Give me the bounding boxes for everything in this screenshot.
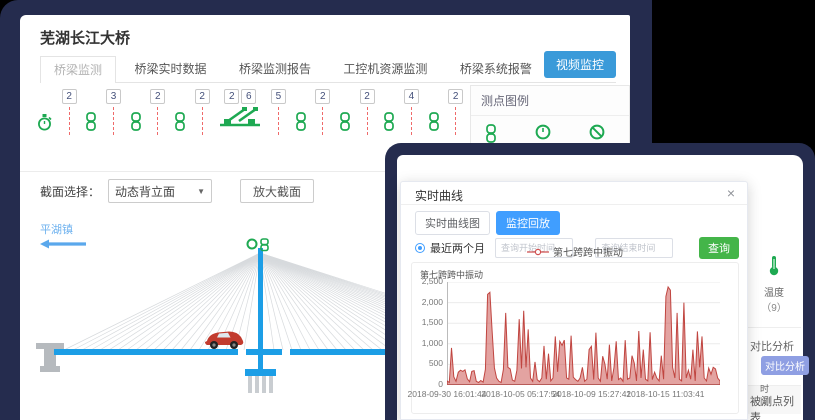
x-tick-label: 2018-10-09 15:27:41: [552, 389, 631, 399]
car-illustration: [205, 332, 243, 350]
tab-ipc-resource[interactable]: 工控机资源监测: [329, 55, 441, 82]
truss-icon: [218, 104, 262, 130]
temperature-count: （9）: [749, 299, 799, 314]
dashed-marker: [367, 107, 368, 135]
dashed-marker: [411, 107, 412, 135]
temperature-legend-item[interactable]: 温度 （9）: [749, 255, 799, 314]
thermometer-icon: [767, 255, 781, 276]
dialog-tabbar: 实时曲线图 监控回放: [415, 211, 560, 235]
chain-sensor-icon[interactable]: [383, 112, 395, 131]
legend-marker-icon: [527, 248, 549, 256]
sensor-count-badge: 4: [404, 89, 419, 135]
chart-legend[interactable]: 第七跨跨中振动: [412, 244, 738, 259]
vibration-chart: 第七跨跨中振动 第七跨跨中振动 05001,0001,5002,0002,500…: [411, 262, 739, 414]
section-select-value: 动态背立面: [115, 183, 175, 200]
y-tick-label: 0: [438, 379, 443, 389]
chain-sensor-icon[interactable]: [428, 112, 440, 131]
truss-sensor-group[interactable]: 2 6: [218, 89, 262, 130]
y-tick-label: 1,500: [422, 317, 443, 327]
dashed-marker: [278, 107, 279, 135]
dropdown-arrow-icon: ▼: [197, 187, 205, 196]
dialog-title: 实时曲线: [415, 187, 463, 204]
dashed-marker: [202, 107, 203, 135]
x-tick-label: 2018-10-15 11:03:41: [626, 389, 704, 399]
section-select-label: 截面选择：: [40, 183, 100, 200]
sensor-count-badge: 2: [360, 89, 375, 135]
sensor-count-badge: 2: [195, 89, 210, 135]
tab-realtime-curve[interactable]: 实时曲线图: [415, 211, 490, 235]
series-plot: [447, 282, 720, 385]
chain-legend-icon: [485, 124, 497, 143]
sensor-count-badge: 5: [271, 89, 286, 135]
plot-area: 05001,0001,5002,0002,500 2018-09-30 16:0…: [447, 282, 720, 385]
x-axis-title: 时间: [760, 382, 769, 408]
close-icon[interactable]: ×: [727, 185, 735, 201]
tower-top-sensor-icons[interactable]: [248, 239, 269, 251]
tab-bridge-monitor[interactable]: 桥梁监测: [40, 56, 116, 83]
chain-sensor-icon[interactable]: [85, 112, 97, 131]
chain-sensor-icon[interactable]: [174, 112, 186, 131]
divider: [401, 204, 747, 205]
bridge-deck: [54, 349, 238, 355]
chain-sensor-icon[interactable]: [295, 112, 307, 131]
sensor-count-badge: 2: [315, 89, 330, 135]
ban-legend-icon: [589, 124, 605, 140]
enlarge-section-button[interactable]: 放大截面: [240, 179, 314, 203]
legend-icons-row: [471, 116, 629, 143]
tab-monitor-report[interactable]: 桥梁监测报告: [225, 55, 325, 82]
tab-system-alarm[interactable]: 桥梁系统报警: [446, 55, 546, 82]
sensor-count-badge: 2: [448, 89, 463, 135]
screen: 芜湖长江大桥 桥梁监测 桥梁实时数据 桥梁监测报告 工控机资源监测 桥梁系统报警…: [0, 0, 815, 420]
x-tick-label: 2018-10-05 05:17:54: [481, 389, 560, 399]
section-controls: 截面选择： 动态背立面 ▼ 放大截面: [40, 178, 314, 204]
bridge-tower: [258, 248, 263, 349]
sensor-count-badge: 2: [62, 89, 77, 135]
temperature-label: 温度: [749, 284, 799, 299]
legend-panel-title: 测点图例: [471, 86, 629, 116]
sensor-count-badge: 3: [106, 89, 121, 135]
y-tick-label: 2,000: [422, 297, 443, 307]
dashed-marker: [113, 107, 114, 135]
sensor-count-badge: 6: [241, 89, 256, 104]
main-tabbar: 桥梁监测 桥梁实时数据 桥梁监测报告 工控机资源监测 桥梁系统报警: [40, 55, 616, 83]
clock-legend-icon: [535, 124, 551, 140]
left-pier: [36, 343, 64, 349]
page-title: 芜湖长江大桥: [40, 27, 130, 48]
dashed-marker: [69, 107, 70, 135]
x-tick-label: 2018-09-30 16:01:44: [408, 389, 487, 399]
stopwatch-icon[interactable]: [36, 113, 53, 132]
sensor-count-badge: 2: [150, 89, 165, 135]
direction-label: 平湖镇: [40, 224, 73, 236]
compare-analysis-title: 对比分析: [750, 338, 794, 354]
tower-piles: [248, 376, 273, 393]
sensor-strip: 2 3 2 2 2 6 5 2 2 4 2: [36, 89, 488, 149]
compare-analysis-button[interactable]: 对比分析: [761, 356, 809, 375]
dashed-marker: [455, 107, 456, 135]
sensor-count-badge: 2: [224, 89, 239, 104]
tab-realtime-data[interactable]: 桥梁实时数据: [120, 55, 220, 82]
chain-sensor-icon[interactable]: [130, 112, 142, 131]
measured-point-list-title: 被测点列表: [750, 393, 803, 420]
video-monitor-button[interactable]: 视频监控: [544, 51, 616, 78]
section-select[interactable]: 动态背立面 ▼: [108, 179, 212, 203]
y-tick-label: 500: [429, 358, 443, 368]
dashed-marker: [157, 107, 158, 135]
y-tick-label: 1,000: [422, 338, 443, 348]
divider: [747, 327, 801, 328]
chain-sensor-icon[interactable]: [339, 112, 351, 131]
dashed-marker: [322, 107, 323, 135]
vibration-series: [447, 287, 720, 385]
tab-monitor-playback[interactable]: 监控回放: [496, 211, 560, 235]
y-tick-label: 2,500: [422, 276, 443, 286]
realtime-curve-dialog: 实时曲线 × 实时曲线图 监控回放 最近两个月 - 查询 第七跨跨中振动 第七跨…: [400, 181, 748, 420]
legend-series-label: 第七跨跨中振动: [553, 244, 623, 259]
